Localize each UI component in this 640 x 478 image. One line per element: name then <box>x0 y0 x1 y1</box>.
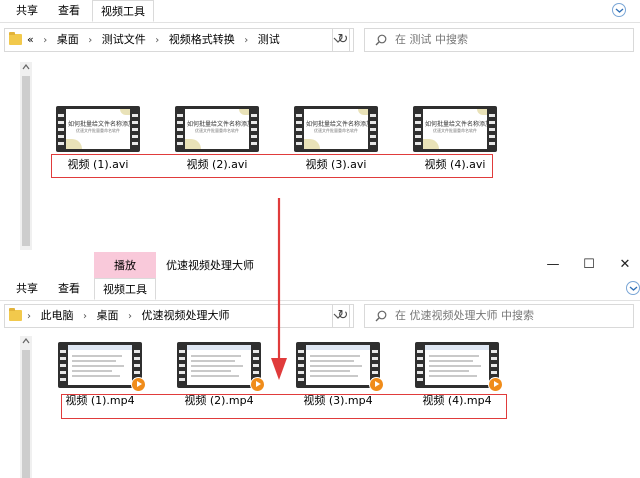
scrollbar-thumb[interactable] <box>22 76 30 246</box>
folder-icon <box>9 308 22 321</box>
tab-video-tools[interactable]: 视频工具 <box>94 278 156 300</box>
slide-title: 如何批量给文件名称添加序号 <box>425 121 487 128</box>
tab-view[interactable]: 查看 <box>50 0 88 22</box>
video-thumbnail: 如何批量给文件名称添加序号 优速文件批量重命名软件 <box>175 106 259 152</box>
highlight-box <box>61 394 507 419</box>
scroll-up-icon[interactable] <box>20 62 32 72</box>
breadcrumb: › 此电脑 › 桌面 › 优速视频处理大师 <box>27 309 230 322</box>
folder-icon <box>9 32 22 45</box>
video-thumbnail <box>177 342 265 392</box>
window-title: 优速视频处理大师 <box>166 259 254 272</box>
maximize-button[interactable]: ☐ <box>574 256 604 274</box>
tab-share[interactable]: 共享 <box>8 278 46 300</box>
ribbon-expand-icon[interactable] <box>612 3 626 17</box>
breadcrumb: « › 桌面 › 测试文件 › 视频格式转换 › 测试 <box>27 33 280 46</box>
video-thumbnail: 如何批量给文件名称添加序号 优速文件批量重命名软件 <box>294 106 378 152</box>
slide-title: 如何批量给文件名称添加序号 <box>68 121 130 128</box>
search-icon <box>375 34 387 46</box>
search-input[interactable]: 在 测试 中搜索 <box>364 28 634 52</box>
scrollbar[interactable] <box>20 62 32 250</box>
contextual-tab-play[interactable]: 播放 <box>94 252 156 278</box>
search-input[interactable]: 在 优速视频处理大师 中搜索 <box>364 304 634 328</box>
slide-subtitle: 优速文件批量重命名软件 <box>314 128 358 133</box>
scrollbar-thumb[interactable] <box>22 350 30 478</box>
bottom-ribbon: 共享 查看 视频工具 <box>0 278 640 301</box>
slide-subtitle: 优速文件批量重命名软件 <box>195 128 239 133</box>
address-bar[interactable]: › 此电脑 › 桌面 › 优速视频处理大师 <box>4 304 350 328</box>
scroll-up-icon[interactable] <box>20 336 32 346</box>
tab-share[interactable]: 共享 <box>8 0 46 22</box>
slide-subtitle: 优速文件批量重命名软件 <box>433 128 477 133</box>
top-ribbon: 共享 查看 视频工具 <box>0 0 640 23</box>
ribbon-expand-icon[interactable] <box>626 281 640 295</box>
slide-title: 如何批量给文件名称添加序号 <box>187 121 249 128</box>
search-placeholder: 在 测试 中搜索 <box>395 33 468 46</box>
title-bar: 播放 优速视频处理大师 — ☐ ✕ <box>0 252 640 278</box>
breadcrumb-item[interactable]: 桌面 <box>97 309 119 322</box>
minimize-button[interactable]: — <box>538 256 568 274</box>
video-thumbnail <box>415 342 503 392</box>
bottom-explorer-window: 播放 优速视频处理大师 — ☐ ✕ 共享 查看 视频工具 › 此电脑 › 桌面 … <box>0 252 640 478</box>
slide-subtitle: 优速文件批量重命名软件 <box>76 128 120 133</box>
slide-title: 如何批量给文件名称添加序号 <box>306 121 368 128</box>
scrollbar[interactable] <box>20 336 32 478</box>
refresh-icon[interactable]: ↻ <box>332 28 354 52</box>
breadcrumb-item[interactable]: 视频格式转换 <box>169 33 235 46</box>
video-thumbnail: 如何批量给文件名称添加序号 优速文件批量重命名软件 <box>413 106 497 152</box>
play-icon <box>250 377 265 392</box>
breadcrumb-item[interactable]: 优速视频处理大师 <box>142 309 230 322</box>
top-explorer-window: 共享 查看 视频工具 « › 桌面 › 测试文件 › 视频格式转换 › 测试 ↻… <box>0 0 640 250</box>
play-icon <box>131 377 146 392</box>
video-thumbnail: 如何批量给文件名称添加序号 优速文件批量重命名软件 <box>56 106 140 152</box>
search-icon <box>375 310 387 322</box>
refresh-icon[interactable]: ↻ <box>332 304 354 328</box>
annotation-arrow-icon <box>271 198 287 380</box>
play-icon <box>488 377 503 392</box>
search-placeholder: 在 优速视频处理大师 中搜索 <box>395 309 534 322</box>
breadcrumb-item[interactable]: 此电脑 <box>41 309 74 322</box>
breadcrumb-item[interactable]: 桌面 <box>57 33 79 46</box>
play-icon <box>369 377 384 392</box>
highlight-box <box>51 154 493 178</box>
video-thumbnail <box>296 342 384 392</box>
address-bar[interactable]: « › 桌面 › 测试文件 › 视频格式转换 › 测试 <box>4 28 350 52</box>
tab-video-tools[interactable]: 视频工具 <box>92 0 154 22</box>
breadcrumb-item[interactable]: 测试 <box>258 33 280 46</box>
breadcrumb-item[interactable]: 测试文件 <box>102 33 146 46</box>
breadcrumb-overflow[interactable]: « <box>27 33 34 46</box>
video-thumbnail <box>58 342 146 392</box>
close-button[interactable]: ✕ <box>610 256 640 274</box>
tab-view[interactable]: 查看 <box>50 278 88 300</box>
